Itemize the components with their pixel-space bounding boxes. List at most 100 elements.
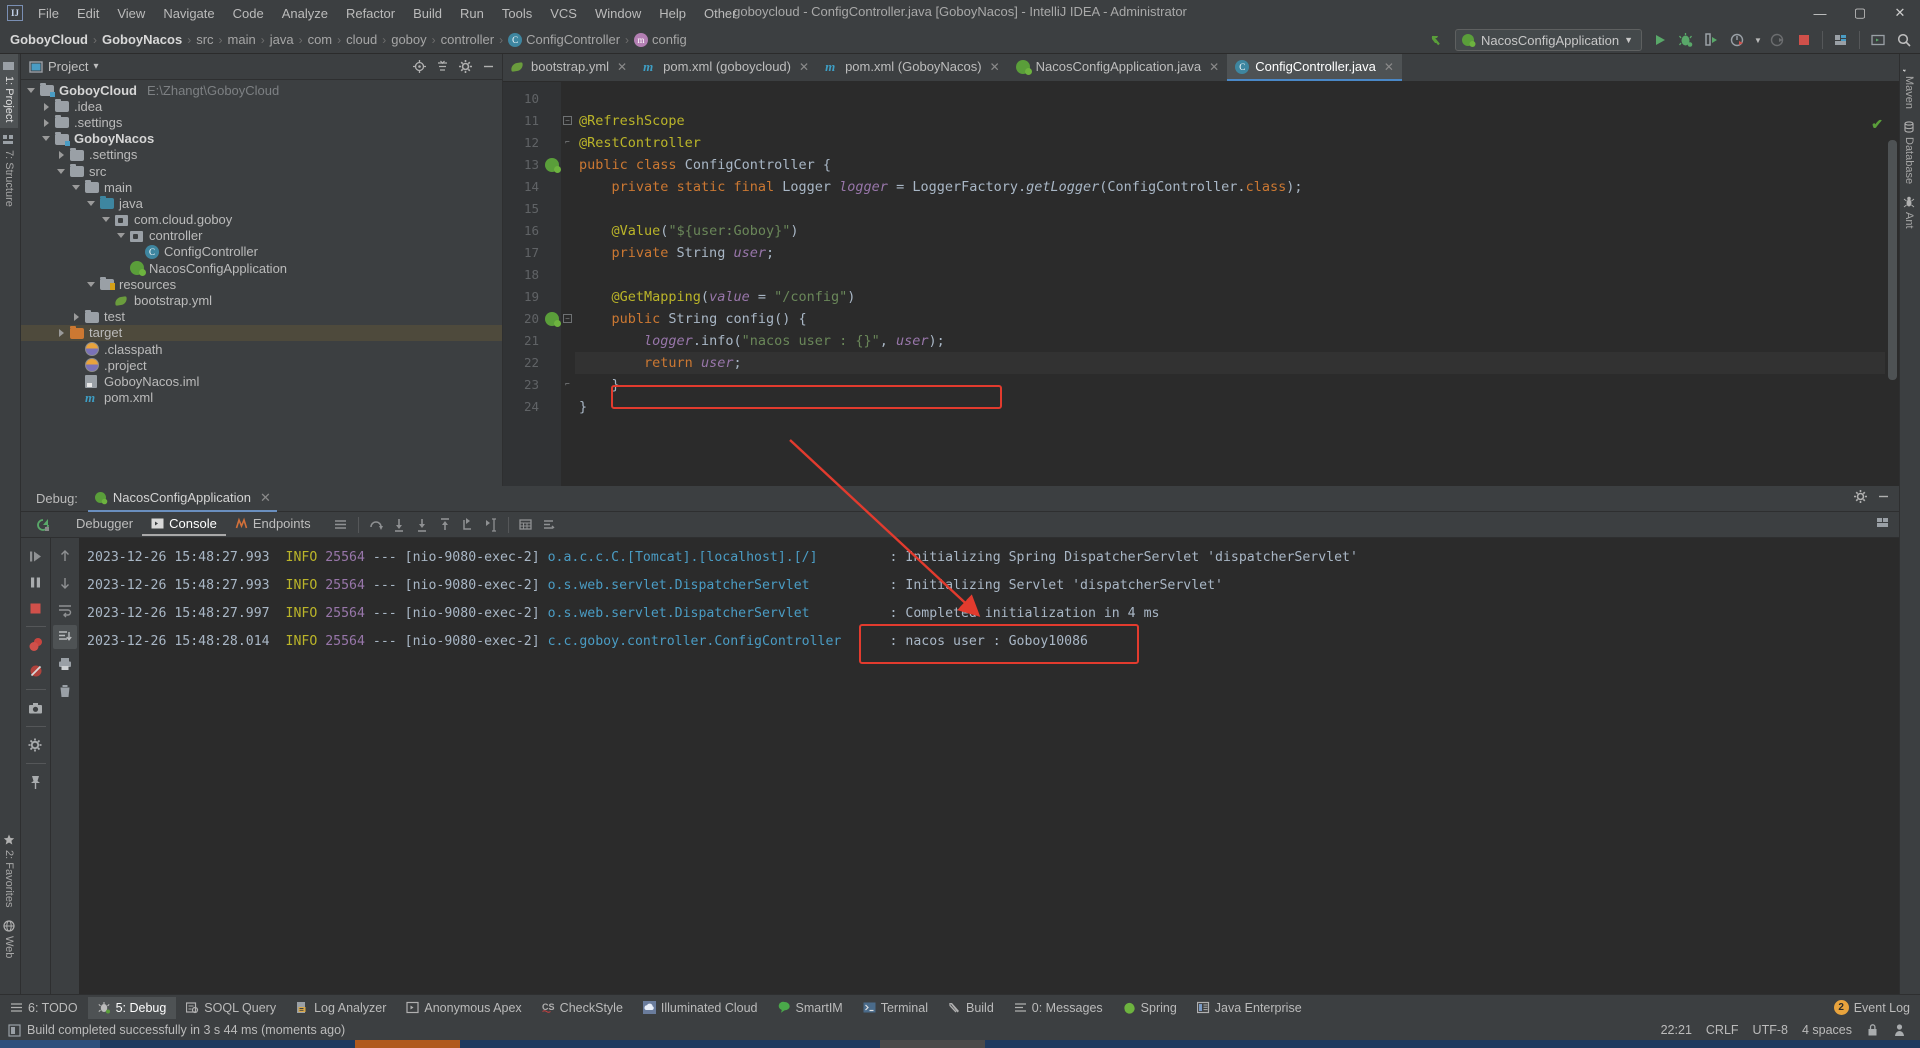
editor-tab-pom-xml--goboynacos-[interactable]: mpom.xml (GoboyNacos)✕ [817,54,1008,81]
debug-tab-console[interactable]: Console [142,513,226,536]
menu-item-analyze[interactable]: Analyze [273,3,337,24]
menu-item-help[interactable]: Help [650,3,695,24]
minimize-button[interactable]: — [1800,0,1840,26]
run-icon[interactable] [1648,28,1672,52]
menu-item-other[interactable]: Other [695,3,746,24]
maximize-button[interactable]: ▢ [1840,0,1880,26]
scroll-to-end-icon[interactable] [53,625,77,649]
search-everywhere-icon[interactable] [1892,28,1916,52]
settings-list-icon[interactable] [538,514,560,536]
print-icon[interactable] [53,652,77,676]
bottom-stripe-button-anonymous-apex[interactable]: Anonymous Apex [396,997,531,1019]
locate-icon[interactable] [409,57,429,77]
tool-stripe-button-ant[interactable]: Ant [1900,190,1918,235]
close-icon[interactable]: ✕ [799,60,809,74]
code-line[interactable] [575,88,1899,110]
tool-stripe-button-favorites[interactable]: 2: Favorites [0,828,18,913]
breadcrumb-item-goboycloud[interactable]: GoboyCloud [6,30,92,49]
bottom-stripe-button-build[interactable]: Build [938,997,1004,1019]
bottom-stripe-button-checkstyle[interactable]: CSCheckStyle [532,997,633,1019]
code-fold-icon[interactable]: − [563,314,572,323]
spring-run-gutter-icon[interactable] [545,312,559,326]
bottom-stripe-button-5--debug[interactable]: 5: Debug [88,997,177,1019]
tree-node-configcontroller[interactable]: CConfigController [21,244,502,260]
tool-stripe-button-project[interactable]: 1: Project [0,54,18,128]
project-tree[interactable]: GoboyCloudE:\Zhangt\GoboyCloud.idea.sett… [21,80,502,486]
layout-icon[interactable] [330,514,352,536]
code-line[interactable]: } [575,396,1899,418]
chevron-right-icon[interactable] [57,150,66,159]
code-line[interactable]: return user; [575,352,1899,374]
screenshot-icon[interactable] [24,696,48,720]
close-icon[interactable]: ✕ [1384,60,1394,74]
console-output[interactable]: 2023-12-26 15:48:27.993 INFO 25564 --- [… [79,538,1899,994]
tree-node-nacosconfigapplication[interactable]: NacosConfigApplication [21,260,502,276]
tree-node-bootstrap-yml[interactable]: bootstrap.yml [21,292,502,308]
code-line[interactable]: } [575,374,1899,396]
bottom-stripe-button-smartim[interactable]: SmartIM [768,997,853,1019]
menu-item-build[interactable]: Build [404,3,451,24]
stop-icon[interactable] [24,596,48,620]
menu-item-code[interactable]: Code [224,3,273,24]
step-into-icon[interactable] [388,514,410,536]
code-editor[interactable]: 101112131415161718192021222324 −⌐−⌐ @Ref… [503,82,1899,486]
tree-node-target[interactable]: target [21,325,502,341]
pause-program-icon[interactable] [24,570,48,594]
tree-node-com-cloud-goboy[interactable]: com.cloud.goboy [21,212,502,228]
breadcrumb-item-com[interactable]: com [304,30,337,49]
tool-stripe-button-web[interactable]: Web [0,914,18,964]
editor-tab-nacosconfigapplication-java[interactable]: NacosConfigApplication.java✕ [1008,54,1228,81]
chevron-down-icon[interactable] [87,199,96,208]
tree-node--idea[interactable]: .idea [21,98,502,114]
tree-node-controller[interactable]: controller [21,228,502,244]
run-configuration-selector[interactable]: NacosConfigApplication ▼ [1455,29,1642,51]
menu-item-file[interactable]: File [29,3,68,24]
gear-icon[interactable] [1853,489,1868,504]
chevron-right-icon[interactable] [57,328,66,337]
code-line[interactable] [575,198,1899,220]
inspection-profile-icon[interactable] [1893,1023,1906,1037]
code-fold-icon[interactable]: ⌐ [563,380,572,389]
clear-all-icon[interactable] [53,679,77,703]
taskbar-item-1[interactable] [0,1040,100,1048]
run-to-cursor-icon[interactable] [480,514,502,536]
taskbar-item-3[interactable] [880,1040,985,1048]
tree-node--classpath[interactable]: .classpath [21,341,502,357]
tree-node-goboynacos[interactable]: GoboyNacos [21,131,502,147]
step-out-icon[interactable] [434,514,456,536]
bottom-stripe-button-0--messages[interactable]: 0: Messages [1004,997,1113,1019]
bottom-stripe-button-spring[interactable]: Spring [1113,997,1187,1019]
tree-node-java[interactable]: java [21,195,502,211]
bottom-stripe-button-terminal[interactable]: Terminal [853,997,938,1019]
pin-tab-icon[interactable] [24,770,48,794]
lock-icon[interactable] [1866,1023,1879,1037]
breadcrumb-item-goboynacos[interactable]: GoboyNacos [98,30,186,49]
spring-run-gutter-icon[interactable] [545,158,559,172]
code-line[interactable] [575,264,1899,286]
chevron-down-icon[interactable] [72,183,81,192]
editor-tab-bootstrap-yml[interactable]: bootstrap.yml✕ [503,54,635,81]
settings-gear-icon[interactable] [24,733,48,757]
breadcrumb-item-cloud[interactable]: cloud [342,30,381,49]
tool-stripe-button-database[interactable]: Database [1900,115,1918,190]
code-content[interactable]: @RefreshScope@RestControllerpublic class… [575,82,1899,486]
scrollbar-thumb[interactable] [1888,140,1897,380]
code-line[interactable]: public String config() { [575,308,1899,330]
resume-program-icon[interactable] [24,544,48,568]
code-line[interactable]: public class ConfigController { [575,154,1899,176]
bottom-stripe-button-log-analyzer[interactable]: Log Analyzer [286,997,396,1019]
editor-scrollbar[interactable] [1885,110,1899,514]
debug-tab-endpoints[interactable]: Endpoints [226,513,320,536]
code-line[interactable]: logger.info("nacos user : {}", user); [575,330,1899,352]
indent-setting[interactable]: 4 spaces [1802,1023,1852,1037]
tree-node--project[interactable]: .project [21,357,502,373]
terminal-icon[interactable] [1866,28,1890,52]
chevron-down-icon[interactable] [57,167,66,176]
breadcrumb-item-configcontroller[interactable]: CConfigController [504,30,624,49]
project-structure-icon[interactable] [1829,28,1853,52]
bottom-stripe-button-java-enterprise[interactable]: Java Enterprise [1187,997,1312,1019]
view-breakpoints-icon[interactable] [24,633,48,657]
bottom-stripe-button-illuminated-cloud[interactable]: Illuminated Cloud [633,997,768,1019]
debug-session-tab[interactable]: NacosConfigApplication ✕ [88,486,277,512]
close-icon[interactable]: ✕ [990,60,1000,74]
